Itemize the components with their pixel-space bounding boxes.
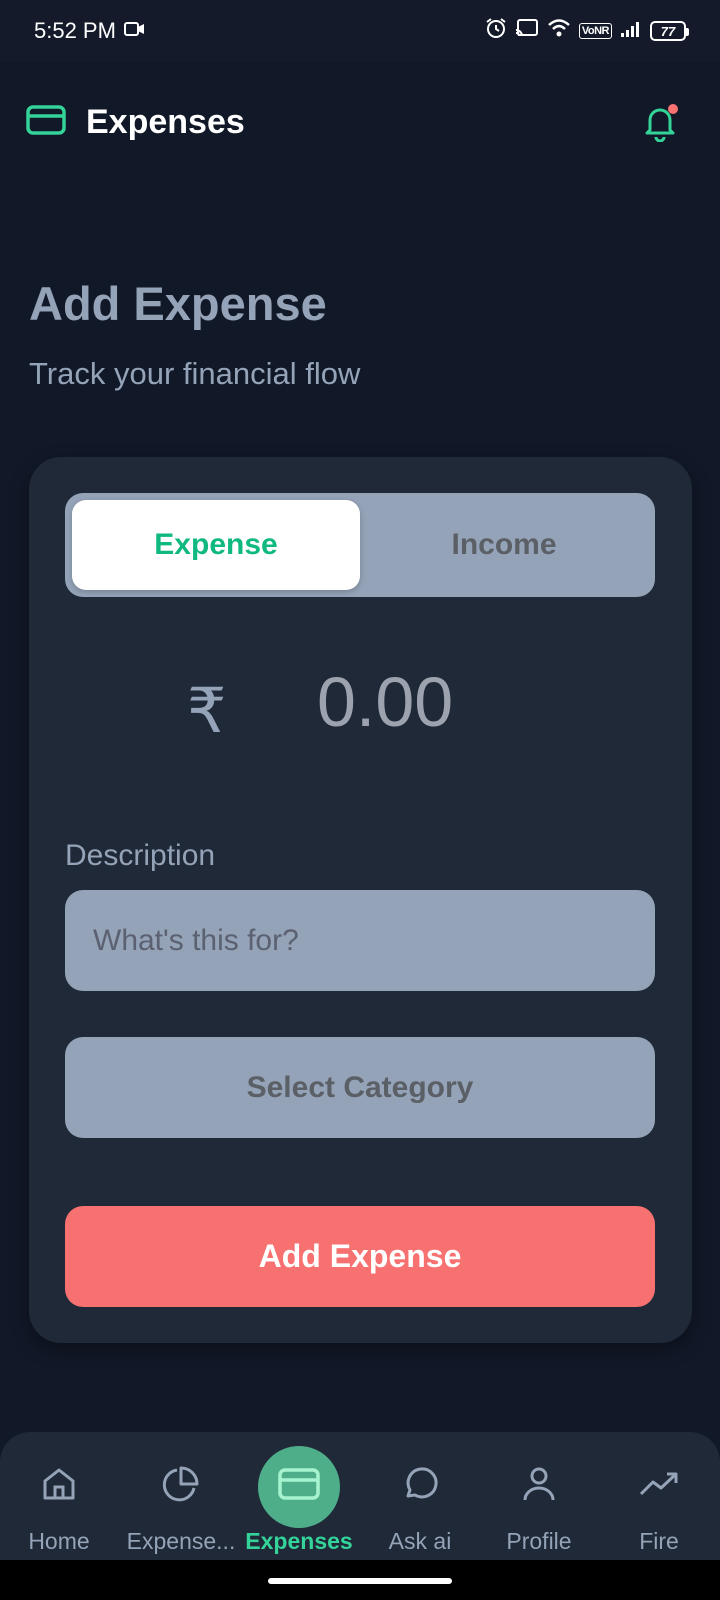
user-icon bbox=[520, 1464, 558, 1510]
nav-label-profile: Profile bbox=[506, 1528, 572, 1554]
nav-item-ask-ai[interactable]: Ask ai bbox=[375, 1432, 465, 1560]
alarm-icon bbox=[485, 17, 507, 45]
chat-bubble-icon bbox=[400, 1464, 440, 1510]
status-right: VoNR 77 bbox=[485, 17, 689, 45]
video-camera-icon bbox=[123, 18, 146, 44]
nav-label-ask-ai: Ask ai bbox=[388, 1528, 452, 1554]
credit-card-icon bbox=[26, 104, 66, 141]
description-label: Description bbox=[65, 839, 216, 872]
toggle-income[interactable]: Income bbox=[360, 500, 648, 590]
nav-item-home[interactable]: Home bbox=[14, 1432, 104, 1560]
category-select[interactable]: Select Category bbox=[65, 1037, 655, 1138]
amount-input[interactable]: 0.00 bbox=[317, 662, 453, 742]
nav-label-expense-analytics: Expense... bbox=[126, 1528, 236, 1554]
gesture-bar bbox=[0, 1560, 720, 1600]
notification-badge bbox=[668, 104, 678, 114]
wifi-icon bbox=[547, 18, 571, 44]
amount-row[interactable]: ₹ 0.00 bbox=[29, 662, 692, 772]
bottom-nav: Home Expense... Expenses Ask ai Profile … bbox=[0, 1432, 720, 1560]
toggle-expense[interactable]: Expense bbox=[72, 500, 360, 590]
page-subtitle: Track your financial flow bbox=[29, 356, 361, 391]
status-bar: 5:52 PM VoNR 77 bbox=[0, 0, 720, 62]
header-title: Expenses bbox=[86, 102, 245, 141]
trending-up-icon bbox=[638, 1468, 680, 1506]
home-gesture-handle[interactable] bbox=[268, 1578, 452, 1584]
nav-item-profile[interactable]: Profile bbox=[494, 1432, 584, 1560]
header-left: Expenses bbox=[26, 103, 245, 142]
app-header: Expenses bbox=[0, 62, 720, 182]
pie-chart-icon bbox=[161, 1464, 201, 1510]
nav-item-expense-analytics[interactable]: Expense... bbox=[126, 1432, 236, 1560]
home-icon bbox=[40, 1465, 78, 1509]
nav-item-expenses[interactable]: Expenses bbox=[244, 1432, 354, 1560]
status-left: 5:52 PM bbox=[34, 18, 146, 44]
status-time: 5:52 PM bbox=[34, 18, 116, 43]
battery-icon: 77 bbox=[650, 21, 689, 41]
cast-icon bbox=[515, 18, 539, 44]
bell-icon bbox=[640, 108, 680, 146]
signal-icon bbox=[620, 18, 642, 44]
nav-item-fire[interactable]: Fire bbox=[614, 1432, 704, 1560]
add-expense-card: Expense Income ₹ 0.00 Description Select… bbox=[29, 457, 692, 1343]
page-title: Add Expense bbox=[29, 277, 327, 330]
nav-label-expenses: Expenses bbox=[245, 1528, 353, 1554]
add-expense-button[interactable]: Add Expense bbox=[65, 1206, 655, 1307]
credit-card-icon bbox=[278, 1467, 320, 1507]
notifications-button[interactable] bbox=[640, 102, 680, 143]
description-input[interactable] bbox=[65, 890, 655, 991]
type-toggle: Expense Income bbox=[65, 493, 655, 597]
nav-label-fire: Fire bbox=[639, 1528, 679, 1554]
nav-label-home: Home bbox=[28, 1528, 90, 1554]
vonr-badge: VoNR bbox=[578, 23, 612, 39]
rupee-symbol: ₹ bbox=[187, 674, 227, 747]
